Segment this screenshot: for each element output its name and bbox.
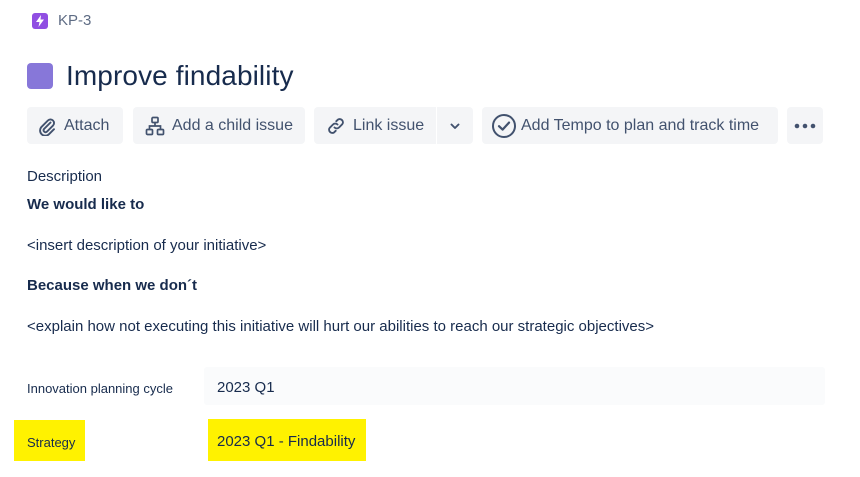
attach-label: Attach [64, 116, 110, 134]
add-child-label: Add a child issue [172, 116, 293, 134]
check-circle-icon [492, 113, 516, 138]
paperclip-icon [39, 118, 55, 136]
add-tempo-button[interactable]: Add Tempo to plan and track time [482, 107, 778, 144]
chevron-down-icon [450, 123, 460, 129]
field-label: Innovation planning cycle [27, 381, 173, 396]
field-label: Strategy [27, 435, 76, 450]
field-row-strategy: Strategy 2023 Q1 - Findability [14, 418, 825, 462]
link-icon [328, 117, 344, 134]
hierarchy-icon [145, 116, 165, 135]
link-issue-dropdown[interactable] [437, 107, 473, 144]
attach-button[interactable]: Attach [27, 107, 123, 144]
add-child-issue-button[interactable]: Add a child issue [133, 107, 305, 144]
more-icon [794, 123, 816, 128]
lightning-icon [32, 12, 48, 29]
issue-key-breadcrumb[interactable]: KP-3 [32, 12, 91, 29]
issue-title-row: Improve findability [27, 60, 294, 92]
link-issue-label: Link issue [353, 116, 425, 134]
issue-type-swatch [27, 63, 53, 89]
field-value[interactable]: 2023 Q1 - Findability [217, 433, 355, 450]
more-actions-button[interactable] [787, 107, 823, 144]
description-text-2: <explain how not executing this initiati… [27, 318, 654, 335]
description-heading-2: Because when we don´t [27, 277, 198, 294]
link-issue-button[interactable]: Link issue [314, 107, 436, 144]
field-row-planning-cycle: Innovation planning cycle 2023 Q1 [27, 367, 825, 405]
description-heading-1: We would like to [27, 196, 145, 213]
description-label: Description [27, 168, 103, 185]
issue-key[interactable]: KP-3 [58, 12, 91, 29]
field-value[interactable]: 2023 Q1 [217, 379, 275, 396]
add-tempo-label: Add Tempo to plan and track time [521, 116, 760, 134]
description-text-1: <insert description of your initiative> [27, 237, 267, 254]
field-value-background [204, 367, 825, 405]
issue-title[interactable]: Improve findability [66, 60, 294, 92]
